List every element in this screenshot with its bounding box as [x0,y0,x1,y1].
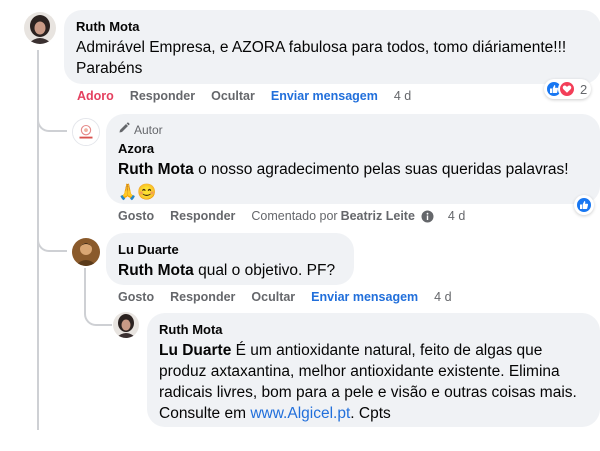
thread-curve-lu [37,232,67,252]
mention-link[interactable]: Ruth Mota [118,262,194,279]
reply-button[interactable]: Responder [170,290,235,304]
timestamp[interactable]: 4 d [448,209,465,223]
comment-author[interactable]: Ruth Mota [159,321,588,338]
love-icon [558,80,576,98]
pencil-icon [118,122,130,138]
author-badge: Autor [118,122,588,138]
comment-actions: Gosto Responder Comentado por Beatriz Lei… [118,209,481,223]
thread-curve-azora [37,110,67,132]
comment-author[interactable]: Ruth Mota [76,18,589,35]
avatar-lu-duarte[interactable] [72,238,100,266]
reaction-summary[interactable]: 2 [544,79,592,99]
comment-text: Lu Duarte É um antioxidante natural, fei… [159,340,594,424]
avatar-ruth-mota[interactable] [24,12,56,44]
comment-author[interactable]: Lu Duarte [118,241,342,258]
comment-text: Ruth Mota o nosso agradecimento pelas su… [118,159,588,180]
info-icon[interactable] [421,210,434,223]
comment-bubble: Ruth Mota Admirável Empresa, e AZORA fab… [64,10,600,84]
comment-body: qual o objetivo. PF? [193,262,336,279]
like-button[interactable]: Gosto [118,290,154,304]
comment-body: o nosso agradecimento pelas suas querida… [193,161,569,178]
reaction-count: 2 [580,81,588,97]
comment-bubble: Ruth Mota Lu Duarte É um antioxidante na… [147,313,600,427]
comment-text: Admirável Empresa, e AZORA fabulosa para… [76,39,567,77]
comment-actions: Adoro Responder Ocultar Enviar mensagem … [77,89,427,103]
avatar-ruth-mota[interactable] [113,312,139,338]
comment-author[interactable]: Azora [118,140,588,157]
comment-emoji: 🙏😊 [118,184,157,201]
hide-button[interactable]: Ocultar [251,290,295,304]
hide-button[interactable]: Ocultar [211,89,255,103]
commented-by-label: Comentado por [251,209,338,223]
timestamp[interactable]: 4 d [434,290,451,304]
commented-by: Comentado por Beatriz Leite [251,209,415,223]
send-message-button[interactable]: Enviar mensagem [311,290,418,304]
reply-button[interactable]: Responder [170,209,235,223]
external-link[interactable]: www.Algicel.pt [250,405,350,422]
comment-bubble: Autor Azora Ruth Mota o nosso agradecime… [106,114,600,204]
commented-by-name[interactable]: Beatriz Leite [341,209,415,223]
mention-link[interactable]: Ruth Mota [118,161,194,178]
like-button[interactable]: Gosto [118,209,154,223]
comment-actions: Gosto Responder Ocultar Enviar mensagem … [118,290,468,304]
reaction-summary[interactable] [574,195,594,215]
thread-curve-ruth-reply [84,306,112,326]
timestamp[interactable]: 4 d [394,89,411,103]
comment-bubble: Lu Duarte Ruth Mota qual o objetivo. PF? [106,233,354,285]
avatar-azora[interactable] [72,118,100,146]
thread-line-lu [84,268,86,308]
comment-text: Ruth Mota qual o objetivo. PF? [118,260,342,281]
comment-body-end: . Cpts [350,405,391,422]
author-badge-label: Autor [134,123,163,137]
reply-button[interactable]: Responder [130,89,195,103]
mention-link[interactable]: Lu Duarte [159,342,231,359]
like-button[interactable]: Adoro [77,89,114,103]
like-icon [575,196,593,214]
send-message-button[interactable]: Enviar mensagem [271,89,378,103]
